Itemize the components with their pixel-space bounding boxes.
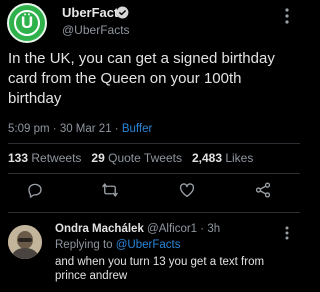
reply-avatar[interactable] [8,225,42,259]
tweet-meta: 5:09 pm · 30 Mar 21 · Buffer [8,122,152,136]
avatar[interactable]: Ü [7,3,47,43]
author-handle[interactable]: @UberFacts [62,23,130,38]
reply-author-name[interactable]: Ondra Machálek [55,223,144,235]
reply-time[interactable]: 3h [207,223,220,235]
share-icon[interactable] [254,181,272,199]
quote-count: 29 [91,151,105,165]
tweet-source[interactable]: Buffer [122,123,152,135]
tweet-stats: 133 Retweets 29 Quote Tweets 2,483 Likes [8,151,253,166]
reply-icon[interactable] [26,181,44,199]
person-photo-icon [8,225,42,259]
more-options-icon[interactable] [285,8,289,24]
retweets-count: 133 [8,151,29,165]
reply-text: and when you turn 13 you get a text from… [55,256,265,282]
like-icon[interactable] [178,181,196,199]
tweet-date[interactable]: 30 Mar 21 [60,123,112,135]
likes-stat[interactable]: 2,483 Likes [192,151,253,165]
tweet-text: In the UK, you can get a signed birthday… [8,50,275,107]
likes-count: 2,483 [191,151,222,165]
retweets-stat[interactable]: 133 Retweets [8,151,81,165]
reply-header: Ondra Machálek @Alficor1 · 3h [55,222,220,236]
divider [8,143,300,144]
divider [8,173,300,174]
quote-tweets-stat[interactable]: 29 Quote Tweets [91,151,182,165]
meta-separator: · [200,223,205,235]
meta-separator: · [114,123,119,135]
meta-separator: · [52,123,57,135]
reply-more-options-icon[interactable] [285,226,289,240]
reply-author-handle[interactable]: @Alficor1 [147,223,197,235]
retweet-icon[interactable] [101,181,119,199]
replying-to-handle[interactable]: @UberFacts [116,239,181,251]
avatar-logo: Ü [20,13,34,32]
divider [8,212,300,213]
tweet-time[interactable]: 5:09 pm [8,123,50,135]
replying-to: Replying to @UberFacts [55,238,180,252]
quote-label: Quote Tweets [108,151,182,165]
replying-to-prefix: Replying to [55,239,113,251]
likes-label: Likes [225,151,254,165]
verified-badge-icon [116,6,129,19]
retweets-label: Retweets [31,151,82,165]
